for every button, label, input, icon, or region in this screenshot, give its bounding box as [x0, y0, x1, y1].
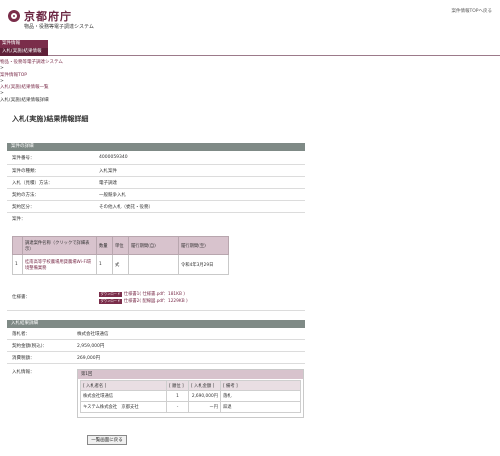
tab-case-info[interactable]: 案件情報	[0, 40, 48, 48]
winner-label: 落札者：	[12, 332, 30, 337]
detail-value: 電子調達	[99, 181, 117, 186]
system-name: 物品・役務等電子調達システム	[24, 24, 94, 30]
bidder-rank: -	[166, 401, 189, 413]
download-icon: ダウンロード	[99, 291, 122, 297]
bidder-amount: ー円	[188, 401, 221, 413]
detail-label: 入札（見積）方法：	[12, 181, 53, 186]
detail-value: 4000059340	[99, 155, 128, 160]
item-no: 1	[12, 254, 23, 275]
divider	[7, 200, 305, 201]
bids-header-rank: [ 順位 ]	[166, 380, 189, 391]
bidder-name: 株式会社環通信	[80, 390, 167, 402]
logo: 京都府庁	[8, 8, 72, 24]
table-row: キステム株式会社 京都支社 - ー円 辞退	[80, 401, 301, 413]
items-header-name: 調達案件名称（クリックで詳細表示）	[22, 236, 97, 255]
item-from	[128, 254, 179, 275]
page-title: 入札(実施)結果情報詳細	[12, 115, 89, 123]
item-name-cell: 桂南高等学校農場用貸農場Wi-Fi環境整備業務	[22, 254, 97, 275]
back-to-list-button[interactable]: 一覧画面に戻る	[87, 435, 127, 445]
table-row: 1 桂南高等学校農場用貸農場Wi-Fi環境整備業務 1 式 令和4年3月29日	[12, 254, 229, 275]
bidder-amount: 2,690,000円	[188, 390, 221, 402]
nav-bar: 案件情報 入札(実施)結果情報	[0, 38, 500, 56]
item-qty: 1	[96, 254, 113, 275]
detail-label: 案件：	[12, 217, 26, 222]
items-header-from: 履行期間(自)	[128, 236, 179, 255]
item-to: 令和4年3月29日	[178, 254, 229, 275]
bids-header-amount: [ 入札金額 ]	[188, 380, 221, 391]
bidder-name: キステム株式会社 京都支社	[80, 401, 167, 413]
spec-file-2: ダウンロード 仕様書2( 配線図.pdf：1229KB )	[99, 298, 188, 304]
detail-value: その他入札（委託・役務）	[99, 205, 153, 210]
bidder-rank: 1	[166, 390, 189, 402]
bidder-note: 辞退	[220, 401, 301, 413]
spec-file-1-link[interactable]: 仕様書1( 仕様書.pdf：181KB )	[124, 291, 185, 297]
bid-info-label: 入札情報：	[12, 370, 35, 375]
items-table: 調達案件名称（クリックで詳細表示） 数量 単位 履行期間(自) 履行期間(至) …	[12, 236, 229, 275]
breadcrumb-system[interactable]: 物品・役務等電子調達システム	[0, 60, 63, 66]
spec-file-2-link[interactable]: 仕様書2( 配線図.pdf：1229KB )	[124, 298, 188, 304]
items-header-unit: 単位	[112, 236, 129, 255]
spec-label: 仕様書：	[12, 295, 30, 300]
divider	[7, 212, 305, 213]
tab-bid-results[interactable]: 入札(実施)結果情報	[0, 48, 48, 56]
logo-text: 京都府庁	[24, 10, 72, 23]
download-icon: ダウンロード	[99, 298, 122, 304]
divider	[7, 188, 305, 189]
prefecture-emblem-icon	[8, 10, 20, 22]
divider	[7, 339, 305, 340]
contract-value: 2,959,000円	[77, 344, 105, 349]
items-header-to: 履行期間(至)	[178, 236, 229, 255]
contract-label: 契約金額(税込)：	[12, 344, 48, 349]
bid-round-header: 第1回	[78, 370, 303, 379]
tax-value: 269,000円	[77, 356, 101, 361]
spec-file-1: ダウンロード 仕様書1( 仕様書.pdf：181KB )	[99, 291, 185, 297]
breadcrumb-current: 入札(実施)結果情報詳細	[0, 97, 49, 103]
item-name-link[interactable]: 桂南高等学校農場用貸農場Wi-Fi環境整備業務	[25, 260, 91, 271]
top-link[interactable]: 案件情報TOPへ戻る	[451, 8, 492, 14]
detail-label: 案件番号：	[12, 156, 35, 161]
table-row: 株式会社環通信 1 2,690,000円 落札	[80, 390, 301, 402]
breadcrumb: 物品・役務等電子調達システム > 案件情報TOP > 入札(実施)結果情報一覧 …	[0, 60, 63, 104]
bids-table: [ 入札者名 ] [ 順位 ] [ 入札金額 ] [ 備考 ] 株式会社環通信 …	[80, 380, 301, 413]
detail-value: 入札案件	[99, 169, 117, 174]
result-section-header: 入札結果詳細	[7, 320, 305, 328]
winner-value: 株式会社環通信	[77, 332, 109, 337]
bid-results-box: 第1回 [ 入札者名 ] [ 順位 ] [ 入札金額 ] [ 備考 ] 株式会社…	[77, 369, 304, 418]
bids-header-name: [ 入札者名 ]	[80, 380, 167, 391]
detail-label: 契約区分：	[12, 205, 35, 210]
bidder-note: 落札	[220, 390, 301, 402]
items-header-qty: 数量	[96, 236, 113, 255]
detail-label: 案件の種類：	[12, 169, 39, 174]
header: 京都府庁 物品・役務等電子調達システム 案件情報TOPへ戻る	[0, 0, 500, 38]
detail-label: 契約の方法：	[12, 193, 39, 198]
divider	[7, 310, 305, 311]
item-unit: 式	[112, 254, 129, 275]
tax-label: 消費税額：	[12, 356, 35, 361]
divider	[7, 176, 305, 177]
divider	[7, 164, 305, 165]
bids-header-note: [ 備考 ]	[220, 380, 301, 391]
divider	[7, 351, 305, 352]
items-header-no	[12, 236, 23, 255]
detail-value: 一般競争入札	[99, 193, 126, 198]
details-section-header: 案件の詳細	[7, 143, 305, 151]
divider	[7, 363, 305, 364]
